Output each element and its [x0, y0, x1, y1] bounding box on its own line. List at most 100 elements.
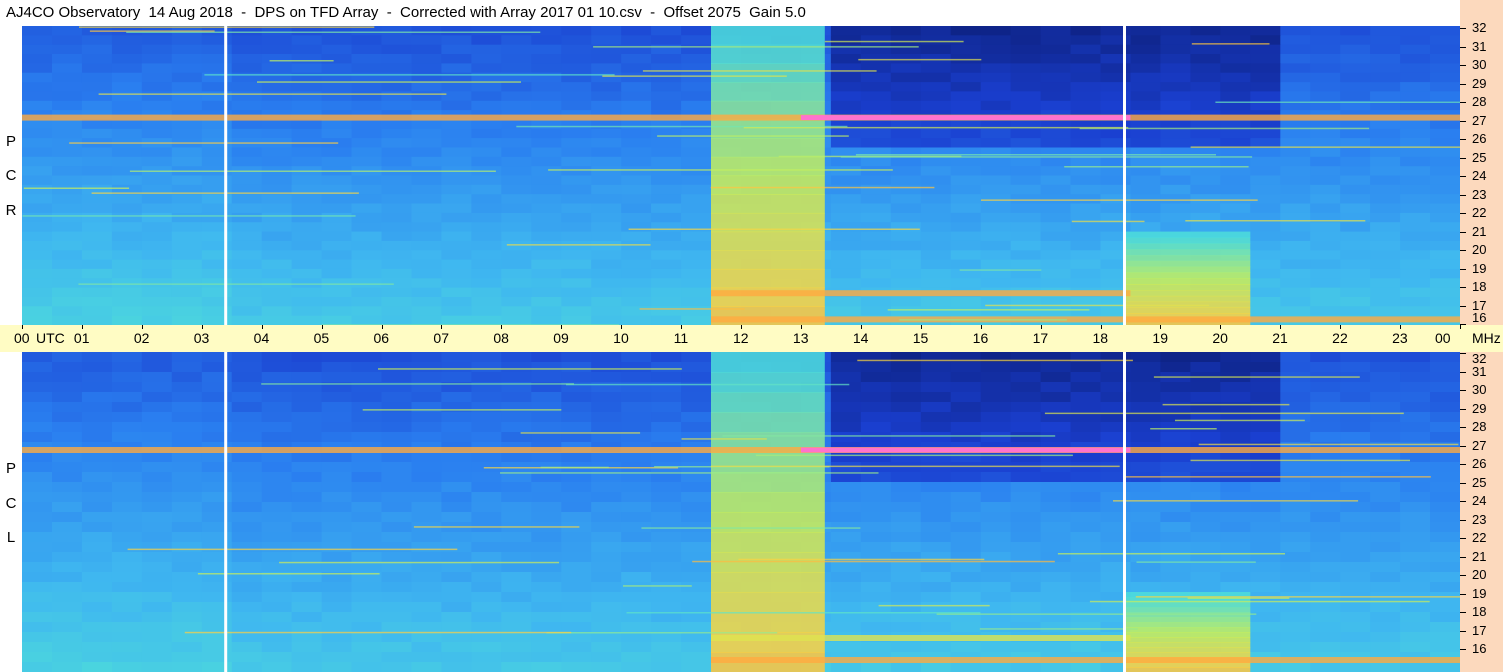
enhanced-block — [1124, 647, 1251, 653]
heat-cell — [111, 147, 143, 158]
heat-cell — [920, 622, 952, 633]
heat-cell — [471, 432, 502, 443]
interference-streak — [548, 169, 893, 171]
heat-cell — [471, 392, 502, 403]
heat-cell — [171, 562, 203, 573]
heat-cell — [950, 512, 982, 523]
heat-cell — [890, 306, 922, 317]
heat-cell — [201, 622, 233, 633]
heat-cell — [890, 212, 922, 223]
heat-cell — [1400, 532, 1431, 543]
heat-cell — [291, 462, 323, 473]
interference-streak — [710, 465, 1120, 468]
heat-cell — [81, 452, 113, 463]
heat-cell — [1160, 582, 1191, 593]
heat-cell — [1040, 259, 1072, 270]
heat-cell — [201, 592, 233, 603]
heat-cell — [681, 592, 712, 603]
heat-cell — [1100, 128, 1132, 139]
heat-cell — [1340, 562, 1371, 573]
heat-cell — [651, 26, 682, 36]
heat-cell — [351, 128, 383, 139]
heat-cell — [111, 612, 143, 623]
heat-cell — [681, 662, 712, 672]
heat-cell — [920, 278, 952, 289]
heat-cell — [830, 592, 862, 603]
heat-cell — [950, 602, 982, 613]
heat-cell — [501, 203, 532, 214]
heat-cell — [22, 642, 53, 653]
heat-cell — [561, 602, 592, 613]
heat-cell — [171, 662, 203, 672]
heat-cell — [471, 352, 502, 363]
heat-cell — [471, 100, 502, 111]
interference-streak — [1190, 459, 1410, 462]
heat-cell — [1370, 352, 1401, 363]
heat-cell — [1280, 54, 1311, 64]
heat-cell — [1010, 212, 1042, 223]
heat-cell — [591, 287, 622, 298]
heat-cell — [171, 572, 203, 583]
heat-cell — [351, 622, 383, 633]
heat-cell — [621, 352, 652, 363]
heat-cell — [950, 35, 982, 46]
heat-cell — [621, 138, 652, 148]
heat-cell — [1400, 54, 1431, 64]
heat-cell — [1100, 482, 1132, 493]
heat-cell — [441, 212, 472, 223]
heat-cell — [501, 402, 532, 413]
heat-cell — [860, 612, 892, 623]
heat-cell — [501, 392, 532, 403]
heat-cell — [201, 402, 233, 413]
interference-streak — [1135, 596, 1460, 598]
freq-tick-label: 22 — [1472, 205, 1487, 220]
enhanced-block — [1124, 254, 1251, 262]
enhanced-block — [1124, 278, 1251, 285]
freq-tick-label: 16 — [1472, 310, 1487, 325]
heat-cell — [351, 532, 383, 543]
heat-cell — [291, 562, 323, 573]
heat-cell — [1190, 432, 1221, 443]
heat-cell — [1310, 562, 1341, 573]
heat-cell — [1370, 63, 1401, 74]
heat-cell — [81, 35, 113, 46]
heat-cell — [441, 259, 472, 270]
heat-cell — [621, 259, 652, 270]
heat-cell — [471, 26, 502, 36]
heat-cell — [1430, 268, 1460, 279]
heat-cell — [381, 482, 413, 493]
heat-cell — [531, 532, 562, 543]
heat-cell — [651, 402, 682, 413]
heat-cell — [950, 492, 982, 503]
time-tick-mark — [381, 325, 383, 329]
heat-cell — [171, 250, 203, 261]
time-tick-mark — [321, 325, 323, 329]
heat-cell — [621, 306, 652, 317]
heat-cell — [591, 572, 622, 583]
heat-cell — [261, 422, 293, 433]
heat-cell — [231, 287, 263, 298]
heat-cell — [351, 542, 383, 553]
heat-cell — [231, 532, 263, 543]
heat-cell — [111, 287, 143, 298]
heat-cell — [950, 452, 982, 463]
heat-cell — [1160, 156, 1191, 167]
heat-cell — [681, 259, 712, 270]
heat-cell — [501, 82, 532, 92]
heat-cell — [1160, 184, 1191, 195]
heat-cell — [561, 422, 592, 433]
heat-cell — [1310, 422, 1341, 433]
heat-cell — [1280, 462, 1311, 473]
heat-cell — [81, 297, 113, 307]
heat-cell — [141, 562, 173, 573]
heat-cell — [441, 582, 472, 593]
heat-cell — [1340, 622, 1371, 633]
heat-cell — [441, 119, 472, 130]
freq-tick-label: 30 — [1472, 57, 1487, 72]
heat-cell — [1220, 175, 1251, 186]
heat-cell — [171, 492, 203, 503]
heat-cell — [681, 382, 712, 393]
heat-cell — [381, 572, 413, 583]
heat-cell — [22, 175, 53, 186]
heat-cell — [561, 147, 592, 158]
